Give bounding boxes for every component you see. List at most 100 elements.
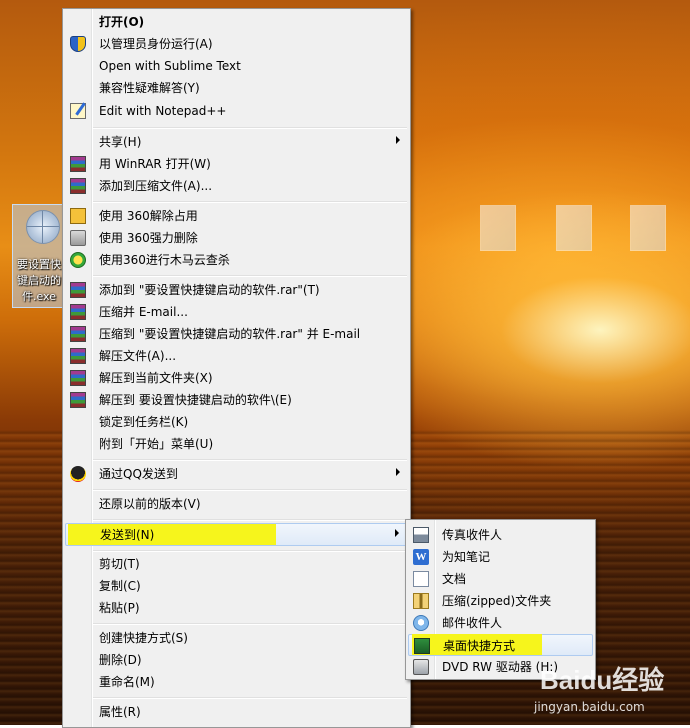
wiz-note-icon: W <box>413 549 429 565</box>
menu-item-360-unlock[interactable]: 使用 360解除占用 <box>65 205 408 227</box>
menu-item-extract-to-folder[interactable]: 解压到 要设置快捷键启动的软件\(E) <box>65 389 408 411</box>
menu-item-label: 属性(R) <box>99 705 141 719</box>
document-icon <box>413 571 429 587</box>
dvd-drive-icon <box>413 659 429 675</box>
menu-item-label: 剪切(T) <box>99 557 140 571</box>
menu-item-label: 删除(D) <box>99 653 142 667</box>
send-to-desktop-shortcut[interactable]: 桌面快捷方式 <box>408 634 593 656</box>
menu-item-label: 压缩并 E-mail... <box>99 305 188 319</box>
menu-item-add-to-rar[interactable]: 添加到 "要设置快捷键启动的软件.rar"(T) <box>65 279 408 301</box>
menu-item-open-sublime[interactable]: Open with Sublime Text <box>65 55 408 77</box>
menu-item-pin-start[interactable]: 附到「开始」菜单(U) <box>65 433 408 455</box>
menu-separator <box>93 459 407 461</box>
menu-item-label: 打开(O) <box>99 15 145 29</box>
submenu-arrow-icon <box>396 136 400 144</box>
unlock-360-icon <box>70 208 86 224</box>
menu-item-label: 桌面快捷方式 <box>443 639 516 653</box>
menu-item-label: 锁定到任务栏(K) <box>99 415 189 429</box>
menu-item-label: 以管理员身份运行(A) <box>99 37 213 51</box>
menu-item-open-winrar[interactable]: 用 WinRAR 打开(W) <box>65 153 408 175</box>
menu-item-run-as-admin[interactable]: 以管理员身份运行(A) <box>65 33 408 55</box>
menu-item-label: 添加到压缩文件(A)... <box>99 179 213 193</box>
menu-item-label: 通过QQ发送到 <box>99 467 178 481</box>
winrar-icon <box>70 282 86 298</box>
menu-item-360-shred[interactable]: 使用 360强力删除 <box>65 227 408 249</box>
menu-item-label: 使用 360强力删除 <box>99 231 198 245</box>
menu-item-extract-files[interactable]: 解压文件(A)... <box>65 345 408 367</box>
winrar-icon <box>70 348 86 364</box>
send-to-wiz-note[interactable]: W 为知笔记 <box>408 546 593 568</box>
menu-item-label: 重命名(M) <box>99 675 155 689</box>
uac-shield-icon <box>70 36 86 52</box>
menu-item-label: 解压到 要设置快捷键启动的软件\(E) <box>99 393 292 407</box>
menu-item-label: 为知笔记 <box>442 550 491 564</box>
qq-icon <box>70 466 86 482</box>
menu-item-open[interactable]: 打开(O) <box>65 11 408 33</box>
send-to-documents[interactable]: 文档 <box>408 568 593 590</box>
menu-item-send-to[interactable]: 发送到(N) <box>65 523 408 546</box>
menu-item-label: 使用 360解除占用 <box>99 209 198 223</box>
menu-separator <box>93 519 407 521</box>
menu-item-compress-email[interactable]: 压缩并 E-mail... <box>65 301 408 323</box>
menu-item-pin-taskbar[interactable]: 锁定到任务栏(K) <box>65 411 408 433</box>
menu-item-label: 发送到(N) <box>100 528 155 542</box>
send-to-mail-recipient[interactable]: 邮件收件人 <box>408 612 593 634</box>
winrar-icon <box>70 326 86 342</box>
scan-360-icon <box>70 252 86 268</box>
faded-desktop-file-2 <box>556 205 592 251</box>
menu-separator <box>93 697 407 699</box>
menu-item-add-to-archive[interactable]: 添加到压缩文件(A)... <box>65 175 408 197</box>
menu-item-restore-previous[interactable]: 还原以前的版本(V) <box>65 493 408 515</box>
winrar-icon <box>70 178 86 194</box>
menu-item-label: 兼容性疑难解答(Y) <box>99 81 200 95</box>
menu-item-cut[interactable]: 剪切(T) <box>65 553 408 575</box>
menu-item-extract-here[interactable]: 解压到当前文件夹(X) <box>65 367 408 389</box>
menu-item-label: 解压到当前文件夹(X) <box>99 371 213 385</box>
menu-item-label: 文档 <box>442 572 467 586</box>
menu-item-label: 压缩(zipped)文件夹 <box>442 594 552 608</box>
menu-item-label: 复制(C) <box>99 579 141 593</box>
watermark-brand: Baidu经验 <box>540 665 665 695</box>
menu-item-label: Edit with Notepad++ <box>99 104 227 118</box>
winrar-icon <box>70 156 86 172</box>
menu-item-label: 附到「开始」菜单(U) <box>99 437 214 451</box>
zip-folder-icon <box>413 593 429 609</box>
menu-item-share[interactable]: 共享(H) <box>65 131 408 153</box>
winrar-icon <box>70 370 86 386</box>
menu-item-compress-to-rar-email[interactable]: 压缩到 "要设置快捷键启动的软件.rar" 并 E-mail <box>65 323 408 345</box>
application-icon <box>26 210 60 244</box>
menu-item-compat-troubleshoot[interactable]: 兼容性疑难解答(Y) <box>65 77 408 99</box>
menu-separator <box>93 275 407 277</box>
menu-item-edit-notepad[interactable]: Edit with Notepad++ <box>65 100 408 122</box>
menu-item-paste[interactable]: 粘贴(P) <box>65 597 408 619</box>
submenu-arrow-icon <box>395 529 399 537</box>
menu-separator <box>93 127 407 129</box>
faded-desktop-file-3 <box>630 205 666 251</box>
menu-item-properties[interactable]: 属性(R) <box>65 701 408 723</box>
menu-item-360-scan[interactable]: 使用360进行木马云查杀 <box>65 249 408 271</box>
menu-item-rename[interactable]: 重命名(M) <box>65 671 408 693</box>
menu-item-label: 解压文件(A)... <box>99 349 177 363</box>
desktop-icon-label: 要设置快 键启动的 件.exe <box>17 258 61 303</box>
shredder-360-icon <box>70 230 86 246</box>
selected-desktop-icon[interactable]: 要设置快 键启动的 件.exe <box>12 204 64 308</box>
menu-item-label: 创建快捷方式(S) <box>99 631 188 645</box>
menu-item-label: Open with Sublime Text <box>99 59 241 73</box>
menu-item-delete[interactable]: 删除(D) <box>65 649 408 671</box>
menu-item-create-shortcut[interactable]: 创建快捷方式(S) <box>65 627 408 649</box>
menu-item-send-via-qq[interactable]: 通过QQ发送到 <box>65 463 408 485</box>
menu-item-label: 传真收件人 <box>442 528 503 542</box>
notepad-icon <box>70 103 86 119</box>
menu-item-label: 压缩到 "要设置快捷键启动的软件.rar" 并 E-mail <box>99 327 361 341</box>
menu-separator <box>93 489 407 491</box>
winrar-icon <box>70 304 86 320</box>
baidu-jingyan-watermark: Baidu经验 jingyan.baidu.com <box>530 660 690 720</box>
menu-item-copy[interactable]: 复制(C) <box>65 575 408 597</box>
send-to-fax[interactable]: 传真收件人 <box>408 524 593 546</box>
menu-item-label: 邮件收件人 <box>442 616 503 630</box>
menu-separator <box>93 550 407 552</box>
watermark-url: jingyan.baidu.com <box>534 700 645 714</box>
send-to-zip-folder[interactable]: 压缩(zipped)文件夹 <box>408 590 593 612</box>
submenu-arrow-icon <box>396 468 400 476</box>
context-menu: 打开(O) 以管理员身份运行(A) Open with Sublime Text… <box>62 8 411 728</box>
